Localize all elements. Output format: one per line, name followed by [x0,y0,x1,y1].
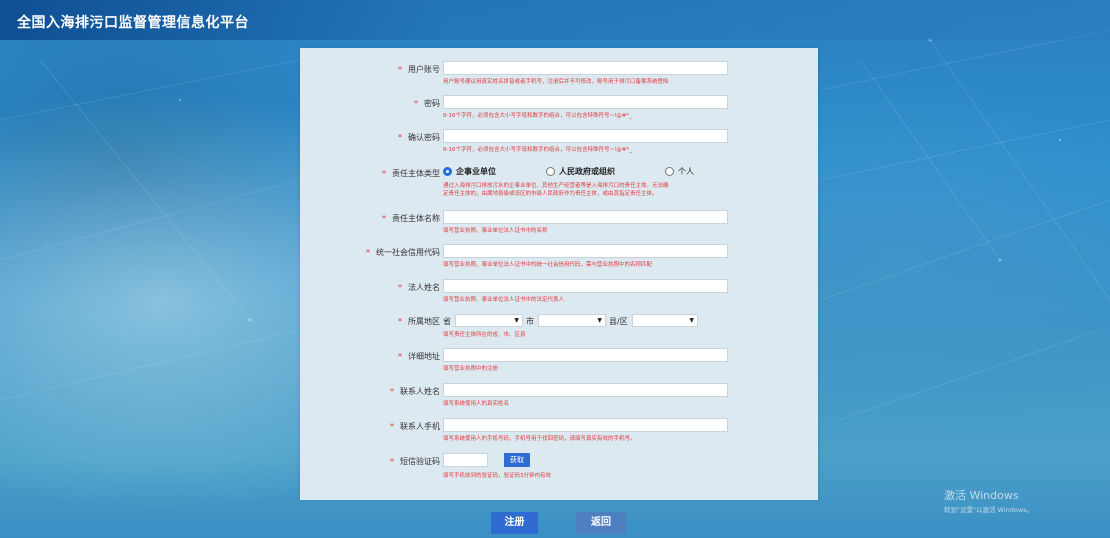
watermark-subtitle: 转到"设置"以激活 Windows。 [944,506,1034,514]
radio-unselected-icon [546,167,555,176]
contact-name-label: 联系人姓名 [400,387,440,396]
account-input[interactable] [443,61,728,75]
city-label: 市 [526,317,534,326]
credit-code-label: 统一社会信用代码 [376,248,440,257]
chevron-down-icon: ▼ [514,317,519,324]
province-label: 省 [443,317,451,326]
subject-name-hint: 填写营业执照、事业单位法人证书中的名称 [443,228,548,234]
top-header-bar: 全国入海排污口监督管理信息化平台 [0,0,1110,40]
credit-code-input[interactable] [443,244,728,258]
county-label: 县/区 [609,317,628,326]
contact-name-input[interactable] [443,383,728,397]
chevron-down-icon: ▼ [597,317,602,324]
region-hint: 填写责任主体所在的省、市、区县 [443,332,526,338]
password-input[interactable] [443,95,728,109]
confirm-password-hint: 8-16个字符，必须包含大小写字母和数字的组合，可以包含特殊符号~!@#*_ [443,147,632,153]
password-label: 密码 [424,99,440,108]
credit-code-hint: 填写营业执照、事业单位法人证书中的统一社会信用代码，需与营业执照中的名称匹配 [443,262,653,268]
subject-type-label: 责任主体类型 [392,169,440,178]
get-code-button[interactable]: 获取 [504,453,530,467]
legal-person-label: 法人姓名 [408,283,440,292]
subject-type-hint-line2: 定责任主体的，由属地县级或设区的市级人民政府作为责任主体，或由其指定责任主体。 [443,191,658,197]
region-label: 所属地区 [408,317,440,326]
city-select[interactable]: ▼ [538,314,606,327]
password-hint: 8-16个字符，必须包含大小写字母和数字的组合，可以包含特殊符号~!@#*_ [443,113,632,119]
radio-unselected-icon [665,167,674,176]
county-select[interactable]: ▼ [632,314,698,327]
sms-code-input[interactable] [443,453,488,467]
radio-option-government[interactable]: 人民政府或组织 [546,166,615,177]
windows-activation-watermark: 激活 Windows 转到"设置"以激活 Windows。 [944,487,1033,514]
contact-phone-hint: 填写系统使用人的手机号码，手机号用于找回密码，请填写真实有效的手机号。 [443,436,636,442]
watermark-title: 激活 Windows [944,489,1019,502]
radio-option-enterprise[interactable]: 企事业单位 [443,166,496,177]
registration-form: * 用户账号 用户账号建议用真实姓名拼音或者手机号，注册后并不可修改，账号用于排污… [300,48,818,500]
account-hint: 用户账号建议用真实姓名拼音或者手机号，注册后并不可修改，账号用于排污口备案系统登… [443,79,669,85]
back-button[interactable]: 返回 [576,512,626,534]
legal-person-hint: 填写营业执照、事业单位法人证书中的法定代表人 [443,297,565,303]
contact-phone-input[interactable] [443,418,728,432]
radio-option-individual[interactable]: 个人 [665,166,694,177]
contact-phone-label: 联系人手机 [400,422,440,431]
subject-type-hint-line1: 通过入海排污口排放污水的企事业单位、其他生产经营者等是入海排污口的责任主体。无法… [443,183,669,189]
sms-code-label: 短信验证码 [400,457,440,466]
radio-selected-icon [443,167,452,176]
province-select[interactable]: ▼ [455,314,523,327]
required-mark: * [398,65,402,74]
address-hint: 填写营业执照中的注册 [443,366,499,372]
contact-name-hint: 填写系统使用人的真实姓名 [443,401,510,407]
confirm-password-input[interactable] [443,129,728,143]
subject-type-radio-group: 企事业单位 人民政府或组织 个人 [443,166,730,177]
address-input[interactable] [443,348,728,362]
account-label: 用户账号 [408,65,440,74]
sms-code-hint: 填写手机收到的验证码，验证码3分钟内有效 [443,473,552,479]
register-button[interactable]: 注册 [491,512,538,534]
subject-name-input[interactable] [443,210,728,224]
legal-person-input[interactable] [443,279,728,293]
confirm-password-label: 确认密码 [408,133,440,142]
address-label: 详细地址 [408,352,440,361]
chevron-down-icon: ▼ [689,317,694,324]
app-title: 全国入海排污口监督管理信息化平台 [17,15,249,31]
subject-name-label: 责任主体名称 [392,214,440,223]
